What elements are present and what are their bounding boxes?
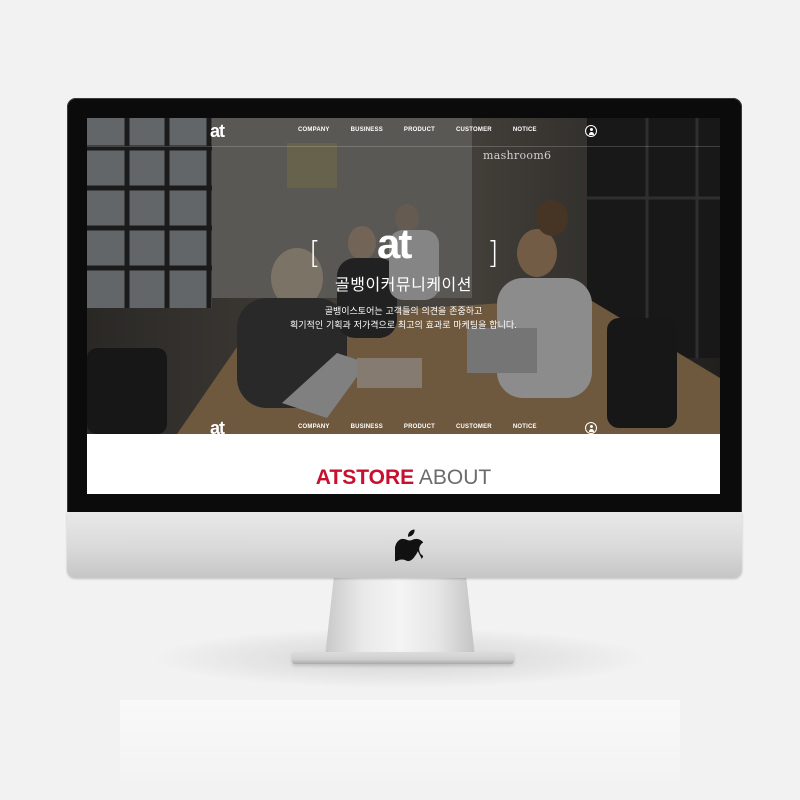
hero-title: 골뱅이커뮤니케이션	[335, 275, 472, 294]
nav-item-product[interactable]: PRODUCT	[404, 127, 435, 133]
hero-description-line-1: 골뱅이스토어는 고객들의 의견을 존중하고	[324, 307, 483, 317]
nav-item-notice[interactable]: NOTICE	[513, 127, 537, 133]
nav-menu-sticky: COMPANY BUSINESS PRODUCT CUSTOMER NOTICE	[298, 424, 558, 430]
monitor-stand	[325, 575, 475, 657]
nav-item-customer[interactable]: CUSTOMER	[456, 424, 492, 430]
about-heading-accent: ATSTORE	[315, 466, 415, 489]
nav-item-notice[interactable]: NOTICE	[513, 424, 537, 430]
hero-bracket-right: ]	[487, 236, 499, 271]
about-heading-rest: ABOUT	[418, 466, 492, 489]
about-section: ATSTORE ABOUT	[87, 434, 720, 494]
nav-item-company[interactable]: COMPANY	[298, 127, 330, 133]
user-icon[interactable]	[585, 422, 597, 434]
apple-logo-icon	[395, 529, 423, 562]
top-navigation: at COMPANY BUSINESS PRODUCT CUSTOMER NOT…	[87, 118, 720, 147]
nav-item-product[interactable]: PRODUCT	[404, 424, 435, 430]
hero-bracket-left: [	[309, 236, 321, 271]
hero-description: 골뱅이스토어는 고객들의 의견을 존중하고 획기적인 기획과 저가격으로 최고의…	[87, 305, 720, 333]
sticky-navigation: at COMPANY BUSINESS PRODUCT CUSTOMER NOT…	[87, 415, 720, 434]
floor-reflection	[120, 700, 680, 790]
nav-item-customer[interactable]: CUSTOMER	[456, 127, 492, 133]
monitor-stand-base	[292, 652, 514, 664]
nav-item-business[interactable]: BUSINESS	[351, 127, 383, 133]
nav-item-business[interactable]: BUSINESS	[351, 424, 383, 430]
about-heading: ATSTORE ABOUT	[87, 466, 720, 490]
user-icon[interactable]	[585, 125, 597, 137]
screen: at COMPANY BUSINESS PRODUCT CUSTOMER NOT…	[87, 118, 720, 494]
hero-logo: at	[377, 220, 412, 267]
wall-sign: mashroom6	[483, 149, 552, 162]
hero-section: at COMPANY BUSINESS PRODUCT CUSTOMER NOT…	[87, 118, 720, 434]
nav-item-company[interactable]: COMPANY	[298, 424, 330, 430]
hero-description-line-2: 획기적인 기획과 저가격으로 최고의 효과로 마케팅을 합니다.	[289, 321, 518, 331]
nav-menu: COMPANY BUSINESS PRODUCT CUSTOMER NOTICE	[298, 127, 558, 133]
site-logo[interactable]: at	[210, 121, 225, 142]
site-logo-sticky[interactable]: at	[210, 418, 225, 434]
